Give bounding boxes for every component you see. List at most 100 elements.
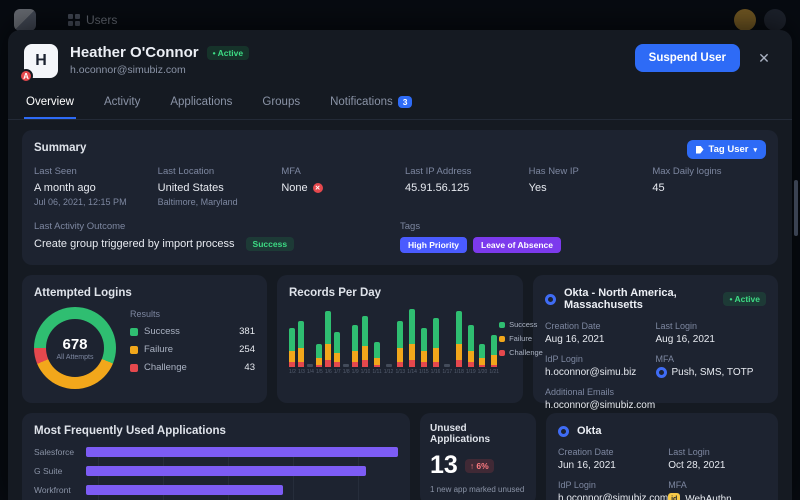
app-usage-row: Workfront <box>34 485 398 495</box>
records-bar-column: 1/8 <box>343 305 350 375</box>
okta-card: Okta Creation Date Jun 16, 2021 Last Log… <box>546 413 778 500</box>
records-x-label: 1/18 <box>454 369 464 375</box>
records-bar-column: 1/6 <box>325 305 332 375</box>
records-bar-column: 1/10 <box>361 305 370 375</box>
field-mfa: MFA None ✕ <box>281 166 395 207</box>
records-bar-empty <box>444 364 451 367</box>
chevron-down-icon: ▾ <box>753 146 757 154</box>
records-bar-column: 1/3 <box>298 305 305 375</box>
records-bar-segment-success <box>316 343 323 358</box>
app-bar <box>86 466 367 476</box>
records-x-label: 1/4 <box>306 369 314 375</box>
records-bar-segment-challenge <box>325 360 332 367</box>
tag-user-button[interactable]: Tag User ▾ <box>686 140 766 159</box>
legend-row-challenge: Challenge 43 <box>130 362 255 373</box>
records-bar <box>432 318 439 367</box>
webauthn-id-icon: id <box>668 493 681 500</box>
unused-apps-card: Unused Applications 13 ↑ 6% 1 new app ma… <box>420 413 536 500</box>
records-x-label: 1/15 <box>418 369 429 375</box>
tab-notifications[interactable]: Notifications 3 <box>328 86 414 119</box>
records-bar <box>316 343 323 367</box>
app-label: Workfront <box>34 485 71 495</box>
records-bar-column: 1/12 <box>383 305 394 375</box>
user-header: H A Heather O'Connor • Active h.oconnor@… <box>8 30 792 86</box>
tag-badge-leave-of-absence[interactable]: Leave of Absence <box>473 237 561 253</box>
app-bar-track <box>86 466 398 476</box>
records-bar-segment-success <box>397 320 404 349</box>
field-idp-login: IdP Login h.oconnor@simubiz.com <box>558 480 669 500</box>
field-last-login: Last Login Oct 28, 2021 <box>668 447 726 471</box>
records-bar-segment-failure <box>289 350 296 363</box>
records-bar <box>289 327 296 367</box>
success-swatch-icon <box>499 321 506 328</box>
records-bar-segment-success <box>334 332 341 354</box>
records-bar <box>409 309 416 367</box>
records-bar-segment-failure <box>374 357 381 365</box>
summary-title: Summary <box>34 142 87 154</box>
unused-apps-count: 13 <box>430 451 458 479</box>
records-bar-column: 1/19 <box>466 305 476 375</box>
records-x-label: 1/7 <box>333 369 341 375</box>
tag-icon <box>695 145 704 154</box>
records-bar <box>491 334 498 367</box>
app-bar <box>86 485 284 495</box>
tab-groups[interactable]: Groups <box>260 86 302 119</box>
records-bar <box>456 311 462 367</box>
records-bar-segment-success <box>298 320 305 349</box>
records-bar <box>385 364 392 367</box>
records-bar-segment-challenge <box>479 364 486 367</box>
records-bar-column: 1/9 <box>352 305 359 375</box>
success-badge: Success <box>245 237 295 251</box>
records-bar-segment-challenge <box>409 360 416 367</box>
avatar-app-badge: A <box>19 69 33 83</box>
close-button[interactable]: ✕ <box>752 46 776 70</box>
records-per-day-title: Records Per Day <box>289 287 382 299</box>
vertical-scrollbar[interactable] <box>794 180 798 236</box>
records-bar-empty <box>307 364 314 367</box>
okta-active-badge: • Active <box>723 292 766 306</box>
field-tags: Tags High Priority Leave of Absence <box>400 221 766 253</box>
records-bar-column: 1/7 <box>334 305 341 375</box>
attempted-logins-legend: Results Success 381 Failure 254 Challeng… <box>130 309 255 373</box>
records-bar-column: 1/14 <box>407 305 417 375</box>
records-bar-empty <box>385 364 392 367</box>
most-used-apps-title: Most Frequently Used Applications <box>34 425 226 437</box>
records-bar-column: 1/5 <box>316 305 323 375</box>
records-bar <box>374 341 381 367</box>
legend-row-success: Success 381 <box>130 326 255 337</box>
donut-total: 678 <box>62 335 88 353</box>
records-bar-segment-success <box>467 325 474 351</box>
challenge-swatch-icon <box>130 363 138 372</box>
records-x-label: 1/14 <box>407 369 417 375</box>
records-bar <box>325 311 332 367</box>
records-bar-segment-challenge <box>374 364 381 367</box>
records-bar-segment-challenge <box>420 362 427 367</box>
records-x-label: 1/2 <box>289 369 296 375</box>
okta-title: Okta <box>577 425 602 437</box>
tag-badge-high-priority[interactable]: High Priority <box>400 237 468 253</box>
field-has-new-ip: Has New IP Yes <box>528 166 579 194</box>
records-bar-segment-failure <box>334 353 341 363</box>
records-x-label: 1/13 <box>395 369 406 375</box>
records-bar-column: 1/18 <box>454 305 464 375</box>
okta-icon <box>545 293 556 305</box>
field-creation-date: Creation Date Aug 16, 2021 <box>545 321 605 345</box>
records-bar-segment-success <box>409 309 416 344</box>
tab-overview[interactable]: Overview <box>24 86 76 119</box>
suspend-user-button[interactable]: Suspend User <box>634 44 740 72</box>
records-bar-segment-failure <box>432 348 439 363</box>
most-used-apps-card: Most Frequently Used Applications Salesf… <box>22 413 410 500</box>
tab-applications[interactable]: Applications <box>168 86 234 119</box>
records-bar-segment-success <box>491 334 498 356</box>
records-bar-segment-challenge <box>298 362 305 367</box>
records-x-label: 1/12 <box>383 369 394 375</box>
tab-activity[interactable]: Activity <box>102 86 142 119</box>
records-bar-column: 1/11 <box>372 305 382 375</box>
app-usage-bars: SalesforceG SuiteWorkfrontDropbox Busine… <box>34 447 398 500</box>
app-bar-track <box>86 485 398 495</box>
records-bar-column: 1/15 <box>419 305 429 375</box>
field-last-ip: Last IP Address 45.91.56.125 <box>404 166 472 194</box>
attempted-logins-title: Attempted Logins <box>34 287 132 299</box>
avatar-letter: H <box>35 52 47 69</box>
records-bars: 1/2 1/3 1/4 1/5 1/6 1/7 1/8 1/9 1/10 1/11 1/12 1/13… <box>289 305 499 383</box>
